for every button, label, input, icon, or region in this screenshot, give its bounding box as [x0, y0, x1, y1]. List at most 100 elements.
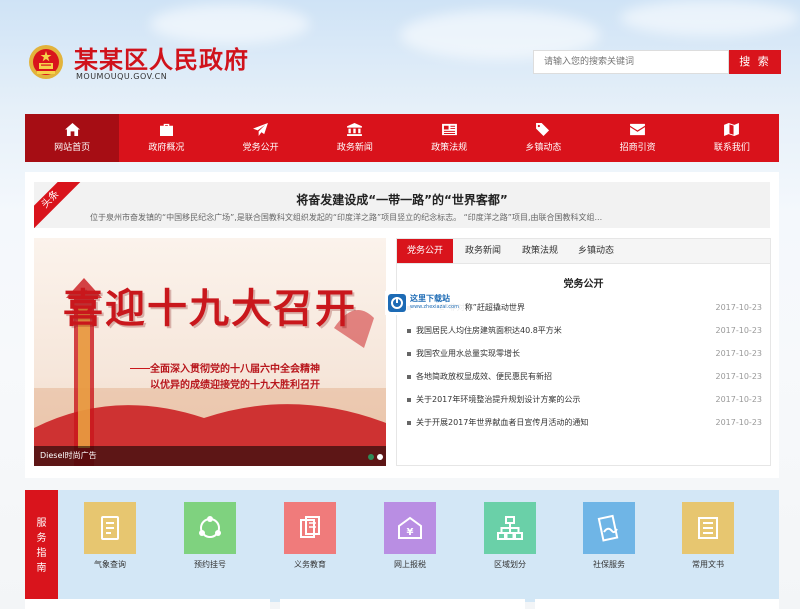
main-content: 头条 将奋发建设成“一带一路”的“世界客都” 位于泉州市奋发镇的“中国移民纪念广…	[25, 172, 779, 478]
bullet-icon	[407, 352, 411, 356]
home-icon	[64, 123, 80, 136]
bullet-icon	[407, 421, 411, 425]
service-tile	[84, 502, 136, 554]
service-districts[interactable]: 区域划分	[484, 502, 536, 570]
slide-caption[interactable]: Diesel时尚广告	[34, 446, 386, 466]
slide-subtitle-1: 全面深入贯彻党的十八届六中全会精神	[150, 364, 320, 375]
banner-slider[interactable]: 喜迎十九大召开 全面深入贯彻党的十八届六中全会精神 以优异的成绩迎接党的十九大胜…	[34, 238, 386, 466]
tags-icon	[535, 123, 549, 136]
bullet-icon	[407, 329, 411, 333]
news-title[interactable]: 各地简政放权显成效、便民惠民有新招	[416, 369, 552, 385]
tab-policies[interactable]: 政策法规	[512, 239, 568, 263]
nav-item-label: 招商引资	[619, 143, 656, 153]
service-label: 网上报税	[394, 560, 426, 569]
tab-party-affairs[interactable]: 党务公开	[397, 239, 453, 263]
service-tile: ¥	[384, 502, 436, 554]
list-doc-icon	[698, 517, 718, 539]
news-tabs-panel: 党务公开 政务新闻 政策法规 乡镇动态 党务公开 C“非对称”赶超撬动世界 20…	[396, 238, 771, 466]
nav-item-label: 政务新闻	[336, 143, 373, 153]
newspaper-icon	[441, 123, 457, 136]
nav-item-label: 政策法规	[431, 143, 468, 153]
national-emblem-icon	[29, 45, 63, 79]
news-title[interactable]: 关于2017年环境整治提升规划设计方案的公示	[416, 392, 580, 408]
service-online-tax[interactable]: ¥ 网上报税	[384, 502, 436, 570]
news-date: 2017-10-23	[715, 418, 763, 427]
site-domain: MOUMOUQU.GOV.CN	[76, 72, 168, 81]
nav-item-town-updates[interactable]: 乡镇动态	[496, 114, 590, 162]
service-label: 社保服务	[593, 560, 625, 569]
news-item[interactable]: 关于2017年环境整治提升规划设计方案的公示 2017-10-23	[405, 392, 762, 408]
headline-box: 头条 将奋发建设成“一带一路”的“世界客都” 位于泉州市奋发镇的“中国移民纪念广…	[34, 182, 770, 228]
tab-government-news[interactable]: 政务新闻	[455, 239, 511, 263]
bullet-icon	[407, 375, 411, 379]
news-date: 2017-10-23	[715, 303, 763, 312]
contract-icon	[597, 514, 619, 542]
service-tile	[583, 502, 635, 554]
slide-subtitle-2: 以优异的成绩迎接党的十九大胜利召开	[150, 380, 320, 391]
nav-item-government-news[interactable]: 政务新闻	[308, 114, 402, 162]
news-item[interactable]: 我国居民人均住房建筑面积达40.8平方米 2017-10-23	[405, 323, 762, 339]
service-tile	[284, 502, 336, 554]
nav-item-government-overview[interactable]: 政府概况	[119, 114, 213, 162]
weather-doc-icon	[101, 516, 119, 540]
news-title[interactable]: 我国居民人均住房建筑面积达40.8平方米	[416, 323, 562, 339]
paper-plane-icon	[253, 123, 269, 136]
nav-item-home[interactable]: 网站首页	[25, 114, 120, 162]
map-icon	[724, 123, 740, 136]
service-appointment[interactable]: 预约挂号	[184, 502, 236, 570]
nav-item-party-affairs[interactable]: 党务公开	[214, 114, 308, 162]
news-title[interactable]: 关于开展2017年世界献血者日宣传月活动的通知	[416, 415, 588, 431]
site-header: 某某区人民政府 MOUMOUQU.GOV.CN 搜 索	[0, 0, 800, 110]
search-input[interactable]	[533, 50, 729, 74]
download-site-watermark: 这里下载站 www.zhexiazai.com	[385, 291, 465, 315]
service-documents[interactable]: 常用文书	[682, 502, 734, 570]
search-button[interactable]: 搜 索	[729, 50, 781, 74]
service-education[interactable]: 义务教育	[284, 502, 336, 570]
briefcase-icon	[159, 123, 173, 136]
news-date: 2017-10-23	[715, 395, 763, 404]
main-nav: 网站首页 政府概况 党务公开 政务新闻 政策法规 乡镇动态 招商引资 联系我们	[25, 114, 779, 162]
news-tabbar: 党务公开 政务新闻 政策法规 乡镇动态	[397, 239, 770, 264]
news-item[interactable]: 我国农业用水总量实现零增长 2017-10-23	[405, 346, 762, 362]
bottom-card	[280, 599, 525, 609]
service-label: 气象查询	[94, 560, 126, 569]
bullet-icon	[407, 398, 411, 402]
service-tile	[184, 502, 236, 554]
service-label: 区域划分	[494, 560, 526, 569]
envelope-icon	[630, 123, 646, 136]
copy-doc-icon	[300, 516, 320, 538]
news-title[interactable]: 我国农业用水总量实现零增长	[416, 346, 520, 362]
slider-dot[interactable]	[368, 454, 374, 460]
service-label: 常用文书	[692, 560, 724, 569]
nav-item-contact[interactable]: 联系我们	[685, 114, 779, 162]
yen-tax-icon: ¥	[398, 516, 422, 539]
slider-dot-active[interactable]	[377, 454, 383, 460]
service-guide-label: 服 务 指 南	[25, 490, 58, 602]
nav-item-policies[interactable]: 政策法规	[402, 114, 496, 162]
watermark-logo-icon	[388, 294, 406, 312]
panel-heading: 党务公开	[563, 279, 604, 290]
headline-title[interactable]: 将奋发建设成“一带一路”的“世界客都”	[34, 191, 770, 208]
bottom-card	[25, 599, 270, 609]
news-item[interactable]: 各地简政放权显成效、便民惠民有新招 2017-10-23	[405, 369, 762, 385]
service-tile	[682, 502, 734, 554]
headline-summary[interactable]: 位于泉州市奋发镇的“中国移民纪念广场”,是联合国教科文组织发起的“印度洋之路”项…	[90, 212, 770, 223]
news-item[interactable]: 关于开展2017年世界献血者日宣传月活动的通知 2017-10-23	[405, 415, 762, 431]
service-social-security[interactable]: 社保服务	[583, 502, 635, 570]
service-weather[interactable]: 气象查询	[84, 502, 136, 570]
cloud-decoration	[150, 4, 310, 44]
tab-town-updates[interactable]: 乡镇动态	[568, 239, 624, 263]
news-date: 2017-10-23	[715, 326, 763, 335]
site-title[interactable]: 某某区人民政府	[74, 40, 249, 75]
sitemap-icon	[497, 516, 523, 540]
watermark-text: 这里下载站	[410, 294, 450, 303]
svg-text:¥: ¥	[407, 527, 414, 538]
nav-item-label: 联系我们	[713, 143, 750, 153]
news-date: 2017-10-23	[715, 372, 763, 381]
nav-item-label: 网站首页	[54, 143, 91, 153]
service-label: 预约挂号	[194, 560, 226, 569]
bottom-card	[535, 599, 779, 609]
nav-item-label: 政府概况	[148, 143, 185, 153]
news-date: 2017-10-23	[715, 349, 763, 358]
nav-item-investment[interactable]: 招商引资	[591, 114, 685, 162]
